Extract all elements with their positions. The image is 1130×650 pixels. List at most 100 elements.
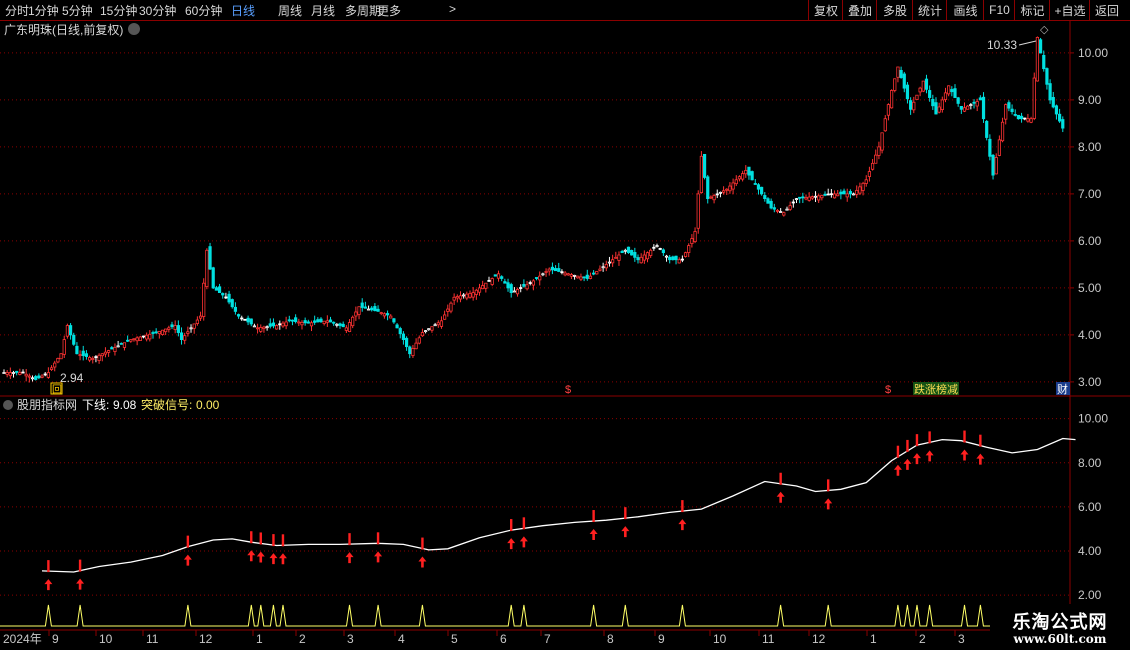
x-axis-label: 5	[451, 632, 458, 646]
x-axis-label: 1	[256, 632, 263, 646]
diamond-icon[interactable]: ◇	[1040, 24, 1049, 36]
candle-body	[411, 348, 415, 356]
candle-body	[496, 273, 501, 279]
line-value: 9.08	[113, 398, 137, 412]
candle-body	[1016, 114, 1021, 120]
candle-body	[398, 328, 402, 335]
x-axis-label: 2	[299, 632, 306, 646]
x-axis-label: 9	[52, 632, 59, 646]
candle-body	[823, 193, 827, 196]
main-y-tick-label: 7.00	[1078, 187, 1102, 201]
candle-body	[240, 317, 244, 320]
breakout-signal-series	[0, 430, 1070, 627]
candle-body	[68, 325, 73, 336]
x-axis-label: 6	[500, 632, 507, 646]
candle-body	[332, 321, 336, 324]
candle-body	[474, 289, 478, 295]
dollar-marker-1[interactable]: $	[565, 384, 571, 396]
candle-body	[179, 332, 184, 341]
candle-body	[858, 186, 862, 194]
signal-bar	[592, 510, 595, 523]
candle-body	[347, 322, 352, 332]
panel-menu-icon[interactable]	[128, 23, 140, 35]
candle-body	[614, 256, 618, 259]
candle-body	[110, 347, 114, 350]
candle-body	[620, 250, 624, 254]
signal-bar	[906, 439, 909, 452]
candle-body	[265, 326, 269, 329]
candle-body	[354, 311, 358, 317]
candle-body	[677, 259, 681, 264]
candle-body	[1042, 54, 1046, 70]
candle-body	[37, 375, 41, 379]
candle-body	[319, 318, 323, 322]
candle-body	[84, 353, 89, 357]
candle-body	[300, 321, 304, 326]
candle-body	[877, 146, 881, 156]
candle-body	[680, 258, 684, 261]
candle-body	[804, 197, 808, 200]
candle-body	[262, 326, 266, 330]
candle-body	[27, 375, 31, 378]
candle-body	[737, 176, 742, 180]
candle-body	[252, 325, 257, 328]
candle-body	[1035, 36, 1040, 82]
x-axis-label: 2024年	[3, 632, 42, 646]
candle-body	[129, 339, 133, 342]
candle-body	[893, 78, 897, 91]
candle-body	[975, 101, 979, 107]
candle-body	[744, 169, 748, 175]
indicator-y-tick-label: 10.00	[1078, 412, 1108, 426]
signal-bar	[522, 517, 526, 530]
dollar-marker-2[interactable]: $	[885, 384, 891, 396]
candle-body	[734, 179, 738, 185]
candle-body	[360, 302, 364, 308]
signal-arrow-icon	[824, 498, 833, 510]
signal-arrow-icon	[678, 519, 687, 531]
candle-body	[874, 154, 878, 164]
candle-body	[452, 296, 456, 301]
signal-bar	[272, 534, 275, 547]
candle-body	[233, 306, 238, 312]
candle-body	[741, 173, 745, 180]
candle-body	[227, 293, 231, 303]
indicator-menu-icon[interactable]	[3, 400, 13, 410]
candle-body	[550, 266, 555, 271]
candle-body	[424, 330, 428, 332]
candle-body	[49, 367, 54, 371]
candle-body	[113, 347, 117, 352]
candle-body	[626, 246, 631, 254]
candle-body	[788, 205, 792, 210]
candle-body	[915, 94, 919, 101]
candle-body	[506, 282, 510, 289]
candle-body	[772, 207, 776, 210]
candle-body	[845, 193, 849, 198]
signal-arrow-icon	[912, 453, 921, 465]
candle-body	[896, 66, 900, 78]
candle-body	[446, 308, 450, 312]
candle-body	[579, 276, 583, 280]
candle-body	[18, 372, 22, 375]
candle-body	[642, 254, 646, 261]
candle-body	[75, 345, 79, 355]
candle-body	[595, 271, 599, 275]
candle-body	[316, 319, 320, 323]
candle-body	[1007, 102, 1011, 109]
main-y-tick-label: 8.00	[1078, 140, 1102, 154]
candle-body	[351, 316, 355, 327]
candle-body	[122, 342, 127, 348]
candle-body	[522, 283, 526, 287]
candle-body	[151, 332, 155, 334]
main-y-tick-label: 3.00	[1078, 375, 1102, 389]
candle-body	[861, 182, 865, 191]
signal-arrow-icon	[589, 529, 598, 541]
grid	[0, 20, 1130, 650]
candle-body	[709, 196, 713, 199]
candle-body	[278, 323, 282, 326]
signal-bar	[250, 531, 253, 544]
candle-body	[544, 271, 548, 273]
candle-body	[490, 278, 494, 285]
candle-body	[138, 336, 142, 341]
candle-body	[325, 320, 329, 323]
candle-body	[747, 166, 751, 176]
